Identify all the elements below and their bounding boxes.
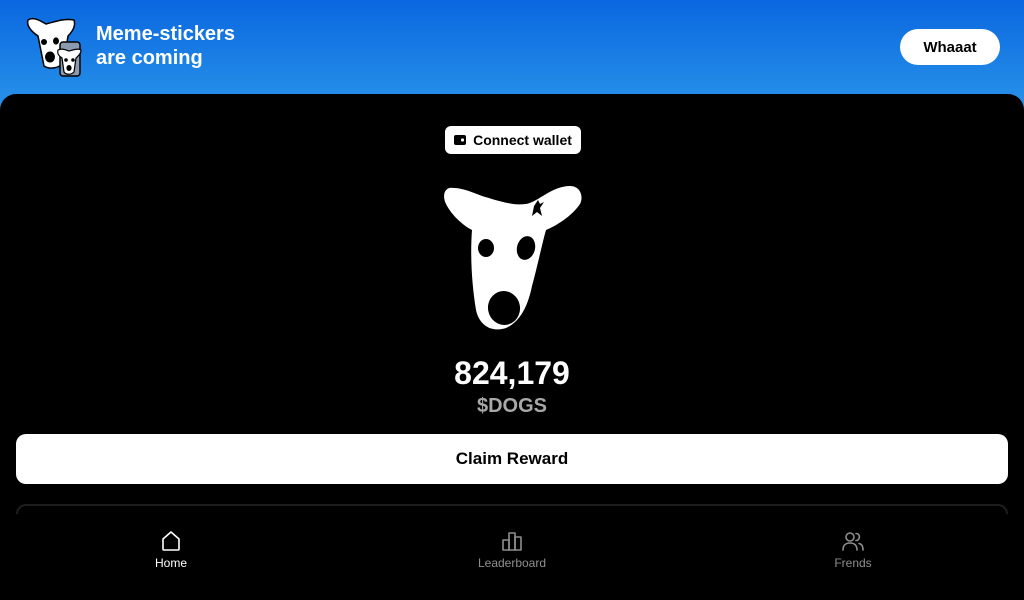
bottom-nav: Home Leaderboard Frends [0,514,1024,600]
wallet-icon [454,135,467,145]
nav-item-friends[interactable]: Frends [793,530,913,576]
nav-item-leaderboard[interactable]: Leaderboard [452,530,572,576]
app-root: Meme-stickers are coming Whaaat Connect … [0,0,1024,600]
friends-icon [842,532,864,551]
connect-wallet-button[interactable]: Connect wallet [445,126,581,154]
dogs-logo-icon [444,186,582,330]
nav-label-friends: Frends [834,556,872,570]
main-panel: Connect wallet 824,179 $DOGS Claim Rewar… [0,94,1024,600]
banner-title-line2: are coming [96,47,203,69]
nav-label-home: Home [154,556,187,570]
whaaat-button[interactable]: Whaaat [900,29,1000,65]
nav-label-leaderboard: Leaderboard [477,556,547,570]
claim-reward-button[interactable]: Claim Reward [16,434,1008,484]
connect-wallet-label: Connect wallet [473,132,572,148]
nav-item-home[interactable]: Home [111,530,231,576]
leaderboard-icon [502,532,522,551]
dog-sticker-icon [26,17,82,77]
balance-amount: 824,179 [454,355,570,391]
banner-title: Meme-stickers are coming [96,22,235,70]
token-ticker: $DOGS [476,395,548,417]
banner-title-line1: Meme-stickers [96,23,235,45]
home-icon [162,531,180,551]
